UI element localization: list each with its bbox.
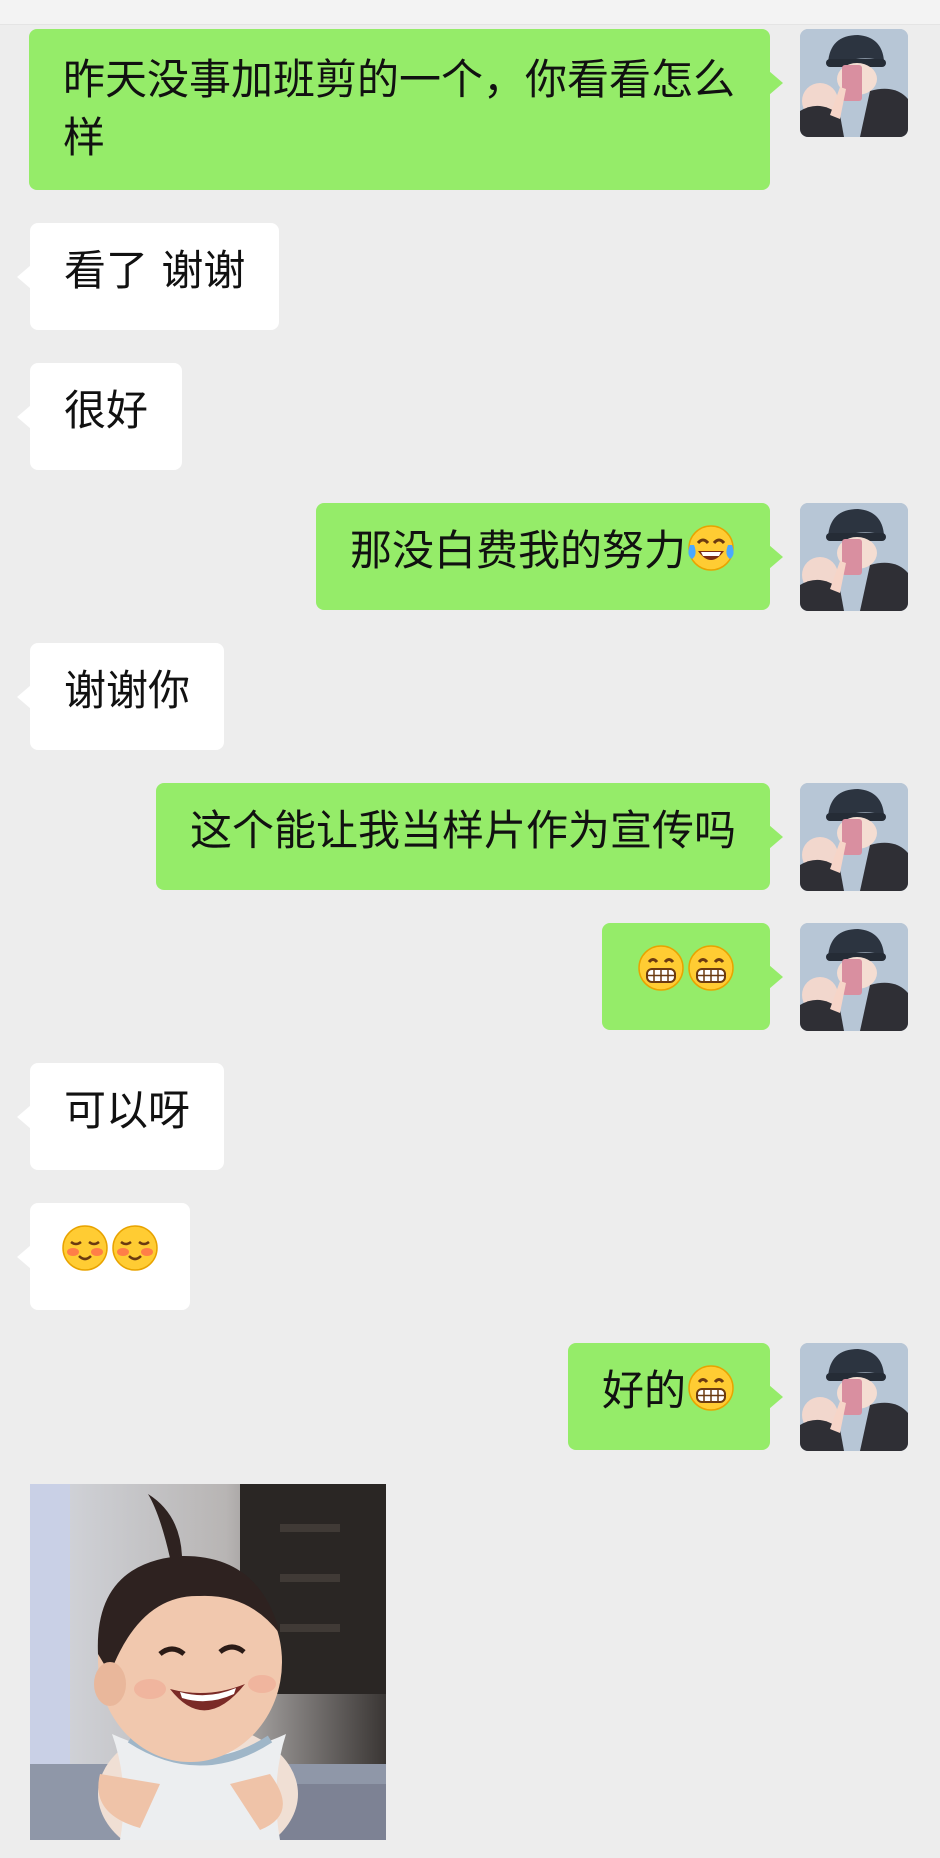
image-message[interactable]: [30, 1484, 386, 1840]
message-bubble-sent[interactable]: [602, 923, 783, 1030]
message-bubble-sent[interactable]: 这个能让我当样片作为宣传吗: [155, 783, 784, 890]
avatar-illustration-icon: [800, 923, 908, 1031]
my-avatar[interactable]: [800, 29, 908, 137]
message-text: 好的: [601, 1366, 686, 1415]
message-text: 这个能让我当样片作为宣传吗: [189, 806, 736, 855]
grin-emoji: [688, 945, 734, 991]
message-bubble-sent[interactable]: 昨天没事加班剪的一个，你看看怎么样: [29, 29, 783, 190]
message-bubble-sent[interactable]: 好的: [567, 1343, 784, 1450]
message-bubble-received[interactable]: 很好: [16, 363, 183, 470]
message-bubble-received[interactable]: 谢谢你: [16, 643, 225, 750]
message-text: 很好: [64, 386, 149, 435]
avatar-illustration-icon: [800, 29, 908, 137]
message-text: 谢谢你: [64, 666, 191, 715]
grin-emoji: [688, 1365, 734, 1411]
message-text: 可以呀: [64, 1086, 191, 1135]
laughing-baby-photo: [30, 1484, 386, 1840]
message-text: 那没白费我的努力: [349, 526, 686, 575]
message-text: 昨天没事加班剪的一个，你看看怎么样: [63, 55, 736, 162]
message-text: 看了 谢谢: [64, 246, 246, 295]
message-bubble-received[interactable]: 可以呀: [16, 1063, 225, 1170]
avatar-illustration-icon: [800, 1343, 908, 1451]
message-bubble-sent[interactable]: 那没白费我的努力: [315, 503, 784, 610]
avatar-illustration-icon: [800, 783, 908, 891]
my-avatar[interactable]: [800, 783, 908, 891]
message-bubble-received[interactable]: [17, 1203, 190, 1310]
my-avatar[interactable]: [800, 923, 908, 1031]
blushing-smile-emoji: [112, 1225, 158, 1271]
my-avatar[interactable]: [800, 503, 908, 611]
avatar-illustration-icon: [800, 503, 908, 611]
blushing-smile-emoji: [62, 1225, 108, 1271]
tears-of-joy-emoji: [688, 525, 734, 571]
message-bubble-received[interactable]: 看了 谢谢: [16, 223, 280, 330]
grin-emoji: [638, 945, 684, 991]
my-avatar[interactable]: [800, 1343, 908, 1451]
header-edge: [0, 0, 940, 25]
